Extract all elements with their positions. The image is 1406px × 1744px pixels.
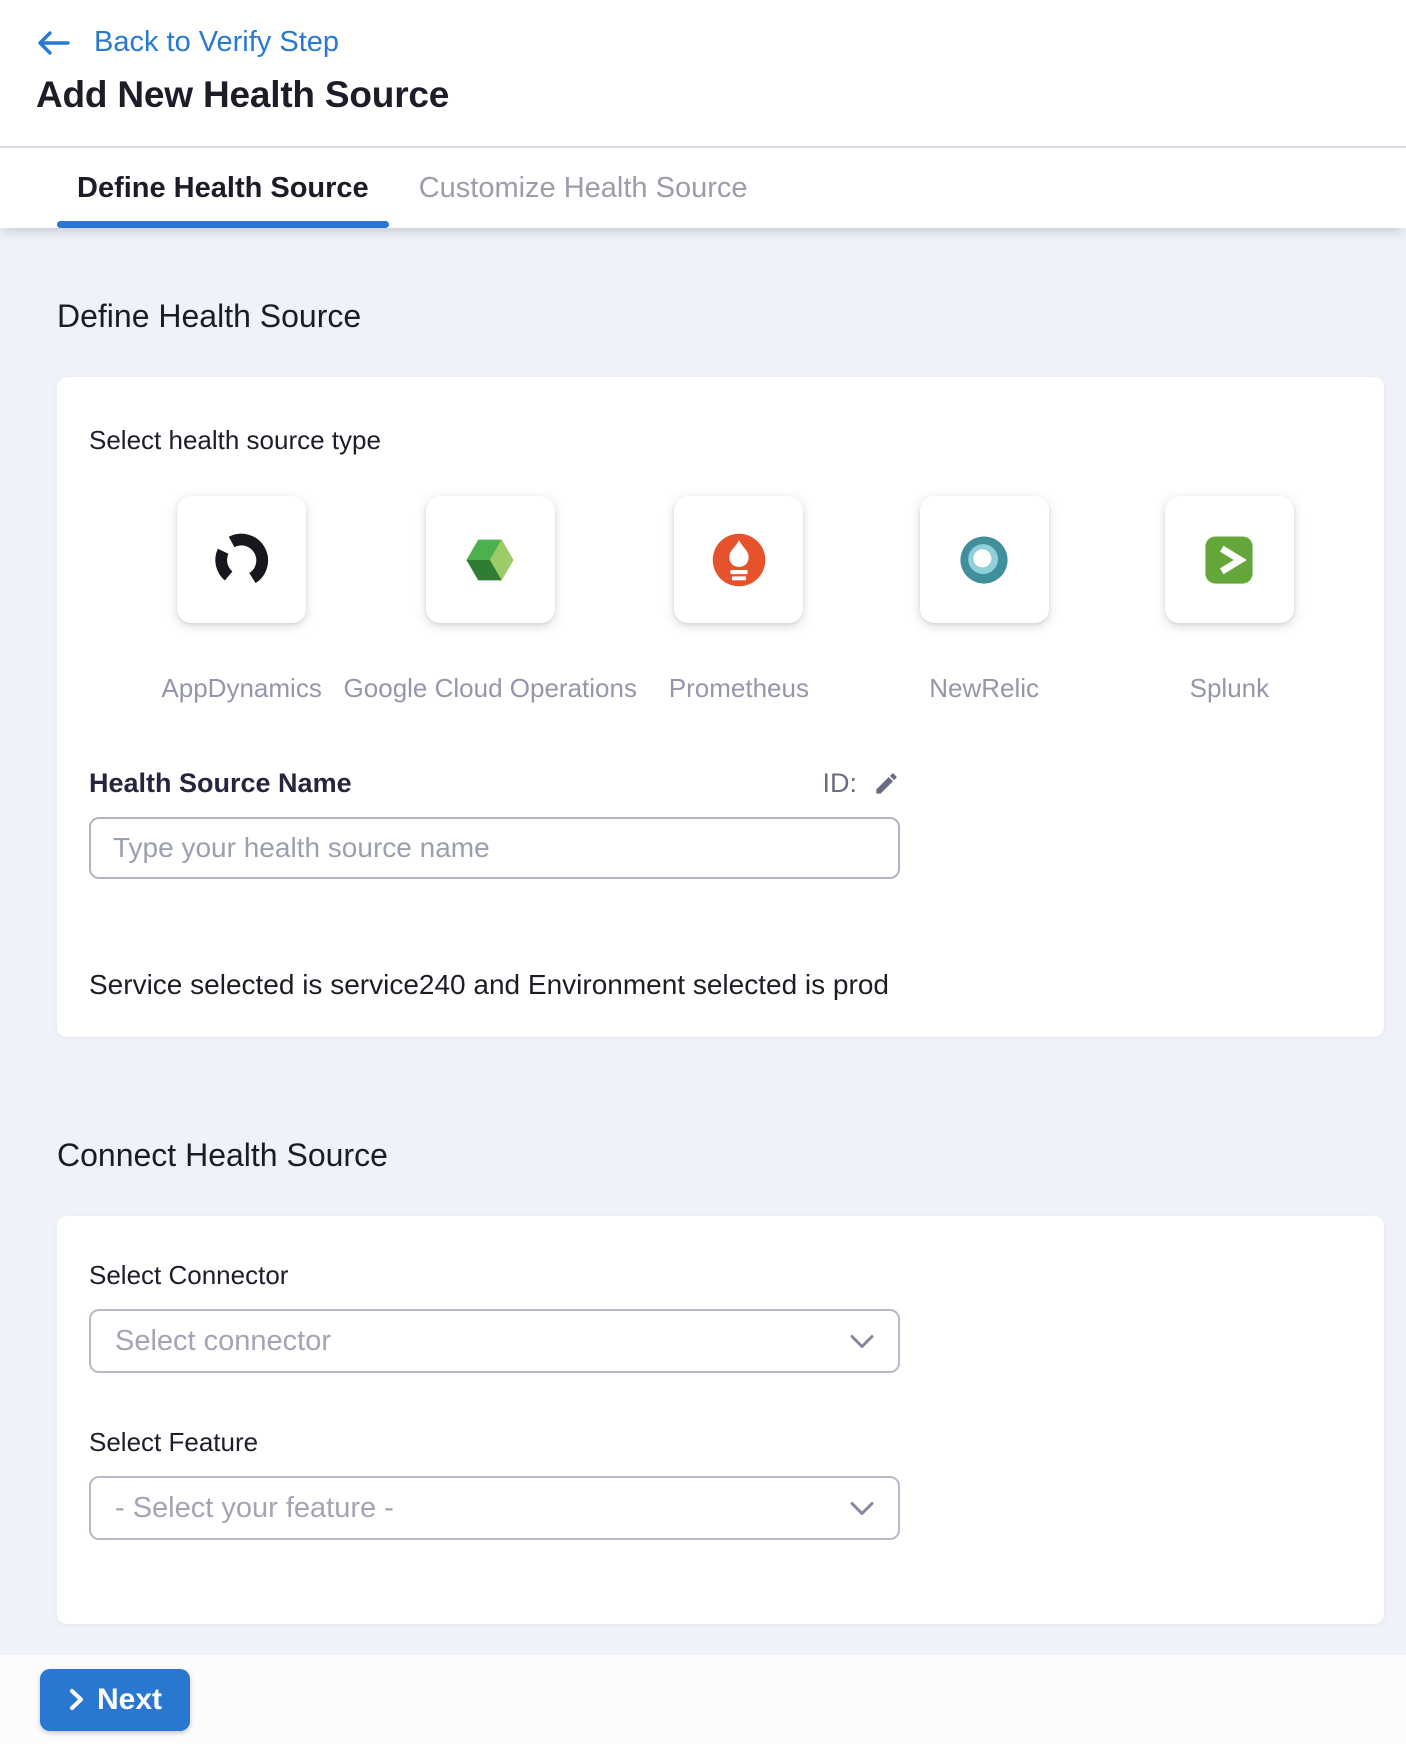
health-source-name-row: Health Source Name ID: <box>89 768 900 799</box>
prometheus-tile[interactable] <box>674 496 803 623</box>
feature-select[interactable]: - Select your feature - <box>89 1476 900 1540</box>
id-label: ID: <box>822 768 857 799</box>
google-cloud-operations-tile[interactable] <box>426 496 555 623</box>
page-header: Back to Verify Step Add New Health Sourc… <box>0 0 1406 148</box>
service-environment-note: Service selected is service240 and Envir… <box>89 969 1352 1001</box>
chevron-down-icon <box>850 1334 874 1349</box>
edit-id-icon[interactable] <box>873 770 900 797</box>
tab-define-health-source[interactable]: Define Health Source <box>57 148 389 228</box>
google-cloud-operations-label: Google Cloud Operations <box>344 673 637 704</box>
appdynamics-tile[interactable] <box>177 496 306 623</box>
main-content: Define Health Source Select health sourc… <box>0 228 1406 1655</box>
select-connector-label: Select Connector <box>89 1260 1352 1291</box>
next-button[interactable]: Next <box>40 1669 190 1731</box>
define-health-source-card: Select health source type <box>57 377 1384 1037</box>
newrelic-label: NewRelic <box>929 673 1039 704</box>
health-source-name-input[interactable] <box>89 817 900 879</box>
feature-select-placeholder: - Select your feature - <box>115 1492 394 1525</box>
connect-health-source-card: Select Connector Select connector Select… <box>57 1216 1384 1624</box>
id-group: ID: <box>822 768 900 799</box>
health-source-name-label: Health Source Name <box>89 768 352 799</box>
back-to-verify-step-link[interactable]: Back to Verify Step <box>36 26 339 59</box>
health-source-option-splunk: Splunk <box>1107 496 1352 704</box>
tab-customize-health-source[interactable]: Customize Health Source <box>419 148 748 228</box>
health-source-option-google-cloud-operations: Google Cloud Operations <box>364 496 616 704</box>
select-health-source-type-label: Select health source type <box>89 425 1352 456</box>
health-source-option-newrelic: NewRelic <box>862 496 1107 704</box>
splunk-icon <box>1200 531 1258 589</box>
connector-select[interactable]: Select connector <box>89 1309 900 1373</box>
newrelic-icon <box>955 531 1013 589</box>
connect-health-source-heading: Connect Health Source <box>57 1137 1384 1174</box>
health-source-type-row: AppDynamics Google Cloud Operations <box>89 496 1352 704</box>
next-chevron-icon <box>68 1687 85 1712</box>
health-source-option-prometheus: Prometheus <box>616 496 861 704</box>
splunk-label: Splunk <box>1190 673 1270 704</box>
google-cloud-operations-icon <box>461 531 519 589</box>
select-feature-label: Select Feature <box>89 1427 1352 1458</box>
appdynamics-icon <box>213 531 271 589</box>
next-button-label: Next <box>97 1683 162 1717</box>
newrelic-tile[interactable] <box>920 496 1049 623</box>
page-title: Add New Health Source <box>36 74 1406 116</box>
back-arrow-icon <box>36 29 70 57</box>
add-health-source-page: Back to Verify Step Add New Health Sourc… <box>0 0 1406 1744</box>
chevron-down-icon <box>850 1501 874 1516</box>
health-source-tabs: Define Health Source Customize Health So… <box>0 148 1406 228</box>
prometheus-label: Prometheus <box>669 673 809 704</box>
appdynamics-label: AppDynamics <box>161 673 321 704</box>
footer-bar: Next <box>0 1655 1406 1744</box>
define-health-source-heading: Define Health Source <box>57 298 1384 335</box>
splunk-tile[interactable] <box>1165 496 1294 623</box>
prometheus-icon <box>710 531 768 589</box>
connector-select-placeholder: Select connector <box>115 1325 331 1358</box>
back-link-label: Back to Verify Step <box>94 26 339 59</box>
health-source-option-appdynamics: AppDynamics <box>119 496 364 704</box>
